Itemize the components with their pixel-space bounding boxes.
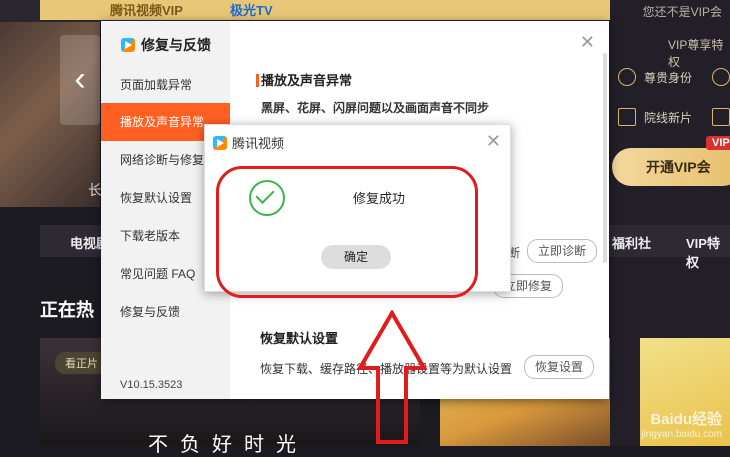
carousel-caption: 长 bbox=[88, 182, 102, 198]
hbo-icon bbox=[712, 108, 730, 126]
baidu-watermark: Baidu经验 jingyan.baidu.com bbox=[641, 408, 722, 440]
diagnose-now-button[interactable]: 立即诊断 bbox=[527, 239, 598, 263]
popup-title-text: 腾讯视频 bbox=[232, 136, 285, 151]
section-heading-playback: 播放及声音异常 bbox=[256, 70, 352, 89]
version-label: V10.15.3523 bbox=[120, 379, 183, 391]
vip-row-identity: 尊贵身份 bbox=[644, 71, 693, 85]
watermark-sub: jingyan.baidu.com bbox=[641, 429, 722, 440]
open-vip-button[interactable]: 开通VIP会 bbox=[612, 148, 730, 186]
accent-bar bbox=[256, 74, 259, 87]
ad-free-icon bbox=[712, 68, 730, 86]
tab-vip-privileges[interactable]: VIP特权 bbox=[686, 233, 730, 271]
tencent-video-logo-icon bbox=[213, 135, 227, 150]
tab-welfare[interactable]: 福利社 bbox=[612, 233, 651, 252]
featured-caption: 不负好时光 bbox=[148, 434, 308, 456]
tencent-video-vip-logo: 腾讯视频VIP bbox=[110, 3, 183, 18]
close-icon[interactable]: ✕ bbox=[580, 33, 595, 51]
dialog-title: 修复与反馈 bbox=[121, 35, 211, 55]
up-arrow-icon bbox=[357, 310, 427, 444]
vip-badge: VIP bbox=[706, 136, 730, 150]
section-heading-text: 播放及声音异常 bbox=[261, 73, 353, 88]
restore-settings-button[interactable]: 恢复设置 bbox=[524, 355, 595, 379]
jiguang-tv-logo: 极光TV bbox=[230, 3, 273, 18]
dialog-scrollbar[interactable] bbox=[603, 53, 607, 263]
highlight-outline bbox=[216, 166, 478, 298]
film-icon bbox=[618, 108, 636, 126]
tencent-video-logo-icon bbox=[121, 38, 135, 52]
popup-title: 腾讯视频 bbox=[213, 133, 284, 152]
carousel-prev-chevron-icon[interactable]: ‹ bbox=[60, 35, 100, 125]
dialog-title-text: 修复与反馈 bbox=[141, 37, 211, 53]
vip-banner[interactable]: 腾讯视频VIP 极光TV bbox=[40, 0, 620, 20]
section-description: 黑屏、花屏、闪屏问题以及画面声音不同步 bbox=[261, 101, 490, 115]
sidebar-item-page-load[interactable]: 页面加载异常 bbox=[101, 66, 230, 104]
vip-privileges-title: VIP尊享特权 bbox=[668, 38, 724, 69]
vip-status-hint: 您还不是VIP会 bbox=[642, 5, 722, 19]
close-icon[interactable]: ✕ bbox=[486, 131, 501, 152]
sidebar-item-feedback[interactable]: 修复与反馈 bbox=[101, 293, 230, 331]
crown-icon bbox=[618, 68, 636, 86]
section-title-trending: 正在热 bbox=[40, 300, 94, 320]
section-heading-restore: 恢复默认设置 bbox=[260, 331, 339, 346]
watermark-main: Baidu经验 bbox=[650, 411, 722, 428]
vip-row-new-films: 院线新片 bbox=[644, 111, 693, 125]
